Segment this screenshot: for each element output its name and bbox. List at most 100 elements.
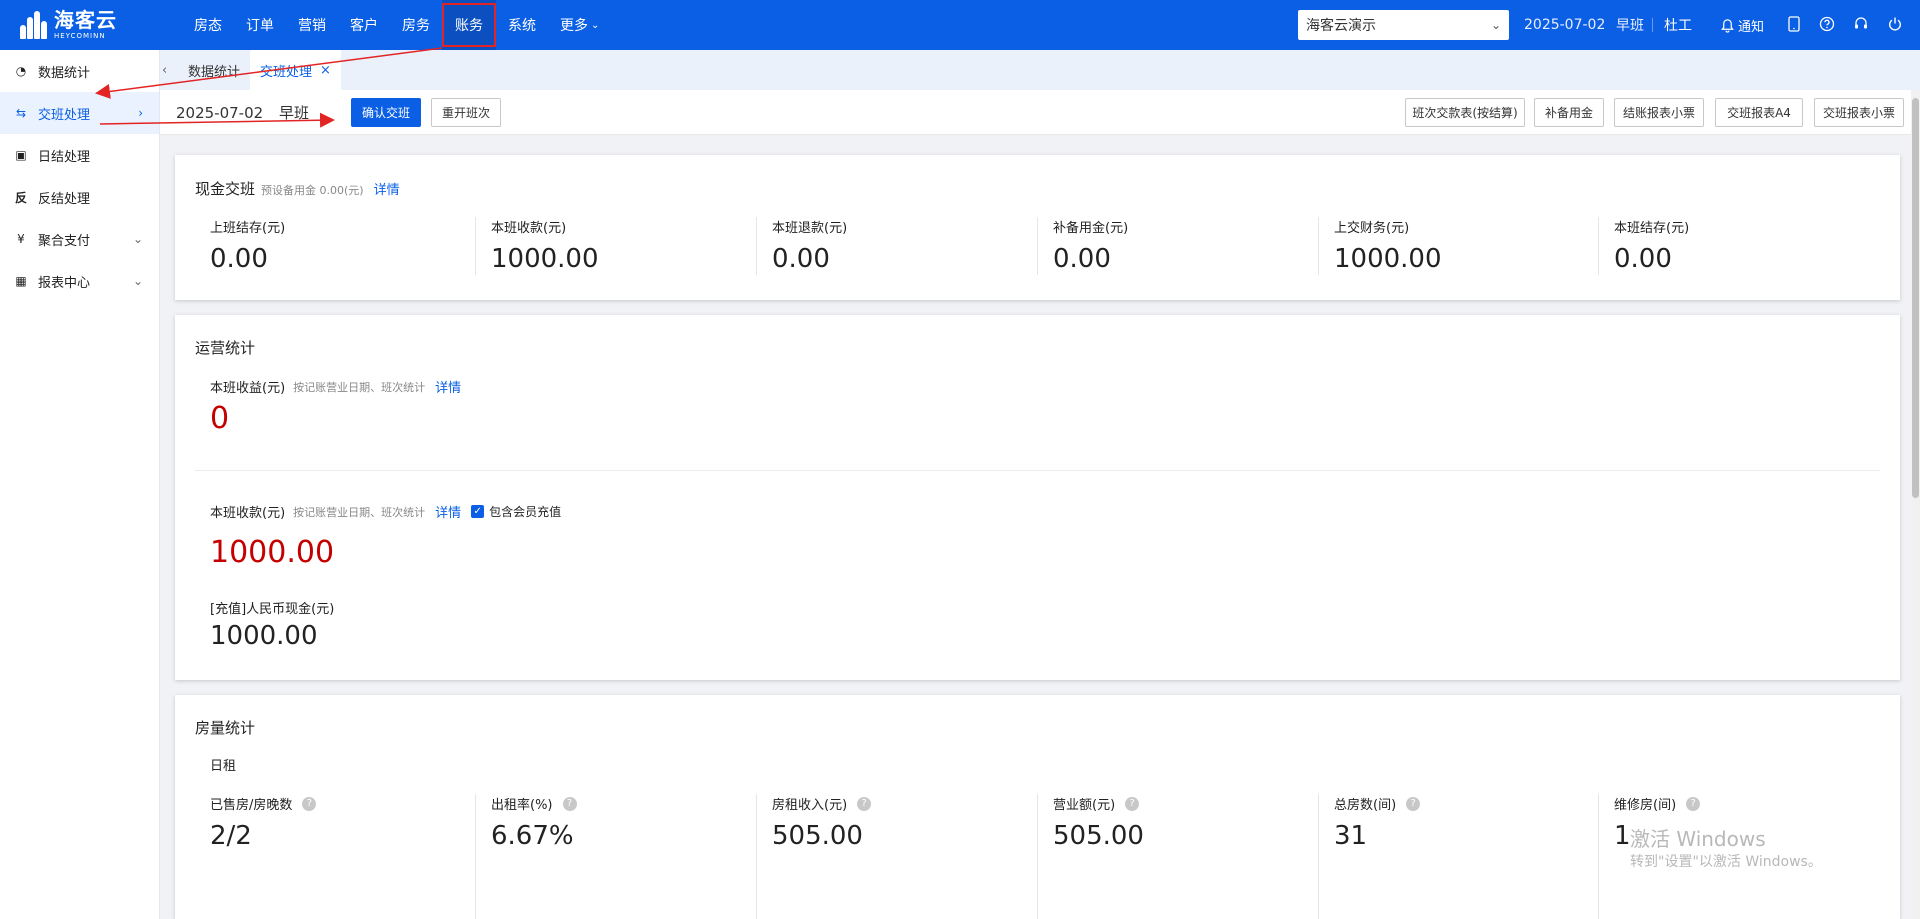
- tablet-icon[interactable]: [1785, 15, 1803, 33]
- shift-income-label: 本班收益(元): [210, 381, 286, 396]
- chevron-right-icon: ›: [138, 106, 143, 120]
- shift-income-note: 按记账营业日期、班次统计: [293, 380, 426, 394]
- power-icon[interactable]: [1886, 15, 1904, 33]
- current-shift: 早班: [1616, 18, 1644, 34]
- divider: [1652, 18, 1653, 32]
- chevron-down-icon: ⌄: [132, 274, 143, 288]
- nav-item-room-status[interactable]: 房态: [182, 0, 234, 50]
- nav-item-orders[interactable]: 订单: [234, 0, 286, 50]
- handover-receipt-button[interactable]: 交班报表小票: [1814, 98, 1904, 127]
- help-icon[interactable]: ?: [302, 796, 317, 811]
- cash-detail-link[interactable]: 详情: [374, 183, 400, 198]
- cash-recharge-label: [充值]人民币现金(元): [210, 602, 335, 617]
- sidebar-item-report-center[interactable]: ▦ 报表中心 ⌄: [0, 260, 159, 302]
- member-recharge-label[interactable]: 包含会员充值: [489, 503, 561, 520]
- report-icon: ▦: [15, 274, 27, 288]
- toolbar: 2025-07-02 早班 确认交班 重开班次 班次交款表(按结算) 补备用金 …: [160, 90, 1920, 135]
- chevron-down-icon: ⌄: [1490, 18, 1501, 32]
- notify-button[interactable]: 通知: [1720, 0, 1764, 50]
- help-icon[interactable]: ?: [857, 796, 872, 811]
- cash-handover-card: 现金交班 预设备用金 0.00(元) 详情 上班结存(元) 0.00 本班收款(元)…: [175, 155, 1900, 300]
- brand-name-en: HEYCOMINN: [54, 32, 106, 40]
- windows-activation-hint: 转到"设置"以激活 Windows。: [1630, 854, 1822, 870]
- confirm-handover-button[interactable]: 确认交班: [351, 98, 421, 127]
- help-icon[interactable]: ?: [1125, 796, 1140, 811]
- room-stats-title: 房量统计: [195, 719, 256, 737]
- shift-receipts-header: 本班收款(元) 按记账营业日期、班次统计 详情 ✓ 包含会员充值: [210, 502, 561, 521]
- shift-receipts-label: 本班收款(元): [210, 506, 286, 521]
- sidebar-item-reverse-close[interactable]: 反 反结处理: [0, 176, 159, 218]
- divider: [475, 794, 476, 919]
- stat-turnover: 营业额(元)? 505.00: [1053, 796, 1144, 851]
- pie-chart-icon: ◔: [15, 64, 27, 78]
- nav-item-system[interactable]: 系统: [496, 0, 548, 50]
- nav-item-marketing[interactable]: 营销: [286, 0, 338, 50]
- help-icon[interactable]: ?: [562, 796, 577, 811]
- stat-room-revenue: 房租收入(元)? 505.00: [772, 794, 872, 851]
- nav-item-more[interactable]: 更多 ⌄: [548, 0, 611, 50]
- calendar-icon: ▣: [15, 148, 27, 162]
- user-name[interactable]: 杜工: [1664, 0, 1692, 50]
- sidebar-item-data-statistics[interactable]: ◔ 数据统计: [0, 50, 159, 92]
- help-icon[interactable]: ?: [1686, 796, 1701, 811]
- divider: [1318, 794, 1319, 919]
- stat-shift-balance: 本班结存(元) 0.00: [1614, 221, 1690, 274]
- divider: [756, 794, 757, 919]
- reopen-shift-button[interactable]: 重开班次: [431, 98, 501, 127]
- chevron-down-icon: ⌄: [591, 19, 600, 31]
- main-nav: 房态 订单 营销 客户 房务 账务 系统 更多 ⌄: [182, 0, 611, 50]
- operations-title: 运营统计: [195, 339, 256, 357]
- divider: [475, 217, 476, 275]
- help-icon[interactable]: [1818, 15, 1836, 33]
- tab-data-statistics[interactable]: 数据统计: [178, 50, 250, 90]
- yuan-icon: ¥: [17, 232, 25, 246]
- divider: [756, 217, 757, 275]
- brand-logo[interactable]: 海客云 HEYCOMINN: [0, 0, 180, 50]
- sidebar-item-daily-close[interactable]: ▣ 日结处理: [0, 134, 159, 176]
- headset-icon[interactable]: [1852, 15, 1870, 33]
- stat-shift-receipts: 本班收款(元) 1000.00: [491, 221, 599, 274]
- close-icon[interactable]: ×: [320, 63, 331, 78]
- add-petty-cash-button[interactable]: 补备用金: [1534, 98, 1604, 127]
- shift-income-detail-link[interactable]: 详情: [435, 377, 461, 396]
- petty-cash-note: 预设备用金 0.00(元): [261, 184, 364, 197]
- exchange-icon: ⇆: [15, 106, 27, 120]
- operations-card: 运营统计 本班收益(元) 按记账营业日期、班次统计 详情 0 本班收款(元) 按…: [175, 315, 1900, 680]
- tab-shift-handover[interactable]: 交班处理 ×: [250, 50, 341, 90]
- nav-item-housekeeping[interactable]: 房务: [390, 0, 442, 50]
- sidebar-item-aggregate-payment[interactable]: ¥ 聚合支付 ⌄: [0, 218, 159, 260]
- nav-item-accounts[interactable]: 账务: [442, 0, 496, 50]
- divider: [195, 470, 1880, 471]
- handover-report-a4-button[interactable]: 交班报表A4: [1715, 98, 1803, 127]
- divider: [1598, 217, 1599, 275]
- divider: [1318, 217, 1319, 275]
- divider: [1598, 794, 1599, 919]
- member-recharge-checkbox[interactable]: ✓: [471, 505, 485, 518]
- divider: [1037, 794, 1038, 919]
- shift-payment-report-button[interactable]: 班次交款表(按结算): [1405, 98, 1525, 127]
- sidebar-item-shift-handover[interactable]: ⇆ 交班处理 ›: [0, 92, 159, 134]
- windows-activation-watermark: 激活 Windows: [1630, 827, 1766, 851]
- cash-handover-title: 现金交班 预设备用金 0.00(元) 详情: [195, 180, 400, 198]
- shift-receipts-value: 1000.00: [210, 535, 335, 570]
- day-rent-section: 日租: [210, 759, 237, 774]
- top-bar: 海客云 HEYCOMINN 房态 订单 营销 客户 房务 账务 系统 更多 ⌄ 海…: [0, 0, 1920, 50]
- hotel-select[interactable]: 海客云演示 ⌄: [1298, 10, 1509, 40]
- reverse-icon: 反: [14, 190, 27, 205]
- tab-bar: ‹ 数据统计 交班处理 ×: [160, 50, 1920, 90]
- bell-icon: [1721, 18, 1734, 33]
- shift-income-value: 0: [210, 401, 230, 436]
- shift-receipts-note: 按记账营业日期、班次统计: [293, 505, 426, 519]
- nav-item-customers[interactable]: 客户: [338, 0, 390, 50]
- collapse-sidebar-icon[interactable]: ‹: [162, 63, 178, 78]
- shift-receipts-detail-link[interactable]: 详情: [435, 502, 461, 521]
- stat-petty-cash: 补备用金(元) 0.00: [1053, 221, 1129, 274]
- stat-occupancy: 出租率(%)? 6.67%: [491, 794, 577, 851]
- shift-date: 2025-07-02: [176, 103, 264, 122]
- scrollbar-thumb[interactable]: [1912, 98, 1919, 498]
- checkout-receipt-button[interactable]: 结账报表小票: [1614, 98, 1704, 127]
- stat-total-rooms: 总房数(间)? 31: [1334, 794, 1421, 851]
- stat-shift-refunds: 本班退款(元) 0.00: [772, 221, 848, 274]
- help-icon[interactable]: ?: [1406, 796, 1421, 811]
- stat-previous-balance: 上班结存(元) 0.00: [210, 221, 286, 274]
